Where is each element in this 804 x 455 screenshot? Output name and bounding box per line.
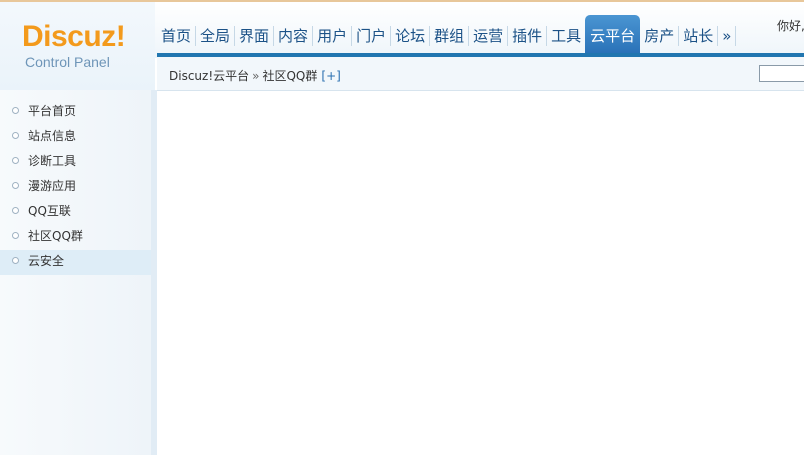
nav-item-interface[interactable]: 界面 (235, 15, 273, 53)
breadcrumb-root[interactable]: Discuz!云平台 (169, 69, 249, 83)
user-greeting: 你好, (777, 19, 804, 33)
nav-item-forum[interactable]: 论坛 (391, 15, 429, 53)
sidebar-item-qq-group[interactable]: 社区QQ群 (0, 225, 151, 250)
nav-item-users[interactable]: 用户 (313, 15, 351, 53)
bullet-icon (12, 207, 19, 214)
logo[interactable]: Discuz! Control Panel (0, 2, 155, 90)
nav-item-content[interactable]: 内容 (274, 15, 312, 53)
breadcrumb-bar: Discuz!云平台» 社区QQ群 [+] (157, 57, 804, 91)
sidebar: 平台首页 站点信息 诊断工具 漫游应用 QQ互联 社区QQ群 云安全 (0, 90, 157, 455)
sidebar-item-label: 站点信息 (28, 129, 77, 143)
sidebar-item-platform-home[interactable]: 平台首页 (0, 100, 151, 125)
nav-item-real-estate[interactable]: 房产 (640, 15, 678, 53)
nav-item-portal[interactable]: 门户 (352, 15, 390, 53)
bullet-icon (12, 157, 19, 164)
nav-item-tools[interactable]: 工具 (547, 15, 585, 53)
logo-title: Discuz! (22, 20, 126, 53)
sidebar-menu: 平台首页 站点信息 诊断工具 漫游应用 QQ互联 社区QQ群 云安全 (0, 100, 151, 275)
nav-item-plugins[interactable]: 插件 (508, 15, 546, 53)
sidebar-item-cloud-security[interactable]: 云安全 (0, 250, 151, 275)
breadcrumb: Discuz!云平台» 社区QQ群 [+] (169, 67, 341, 84)
bullet-icon (12, 132, 19, 139)
sidebar-item-label: 平台首页 (28, 104, 77, 118)
admin-control-panel: Discuz! Control Panel 首页 全局 界面 内容 用户 门户 … (0, 0, 804, 455)
breadcrumb-separator: » (252, 69, 260, 83)
sidebar-item-label: 漫游应用 (28, 179, 77, 193)
sidebar-item-site-info[interactable]: 站点信息 (0, 125, 151, 150)
sidebar-item-label: QQ互联 (28, 204, 71, 218)
nav-item-operations[interactable]: 运营 (469, 15, 507, 53)
sidebar-item-diagnostics[interactable]: 诊断工具 (0, 150, 151, 175)
search-input[interactable] (759, 65, 804, 82)
nav-divider (735, 26, 737, 46)
sidebar-item-label: 社区QQ群 (28, 229, 83, 243)
main-nav: 首页 全局 界面 内容 用户 门户 论坛 群组 运营 插件 工具 云平台 房产 … (157, 15, 737, 53)
bullet-icon (12, 257, 19, 264)
sidebar-item-qq-connect[interactable]: QQ互联 (0, 200, 151, 225)
bullet-icon (12, 107, 19, 114)
add-shortcut-button[interactable]: [+] (317, 69, 340, 83)
main-content (157, 91, 804, 455)
logo-subtitle: Control Panel (25, 54, 110, 70)
bullet-icon (12, 232, 19, 239)
sidebar-item-label: 诊断工具 (28, 154, 77, 168)
nav-item-home[interactable]: 首页 (157, 15, 195, 53)
nav-item-groups[interactable]: 群组 (430, 15, 468, 53)
breadcrumb-current: 社区QQ群 (262, 69, 318, 83)
sidebar-item-roaming-apps[interactable]: 漫游应用 (0, 175, 151, 200)
bullet-icon (12, 182, 19, 189)
nav-item-global[interactable]: 全局 (196, 15, 234, 53)
nav-item-webmaster[interactable]: 站长 (679, 15, 717, 53)
nav-more-button[interactable]: » (718, 15, 735, 53)
sidebar-item-label: 云安全 (28, 254, 65, 268)
nav-item-cloud-platform[interactable]: 云平台 (585, 15, 641, 53)
